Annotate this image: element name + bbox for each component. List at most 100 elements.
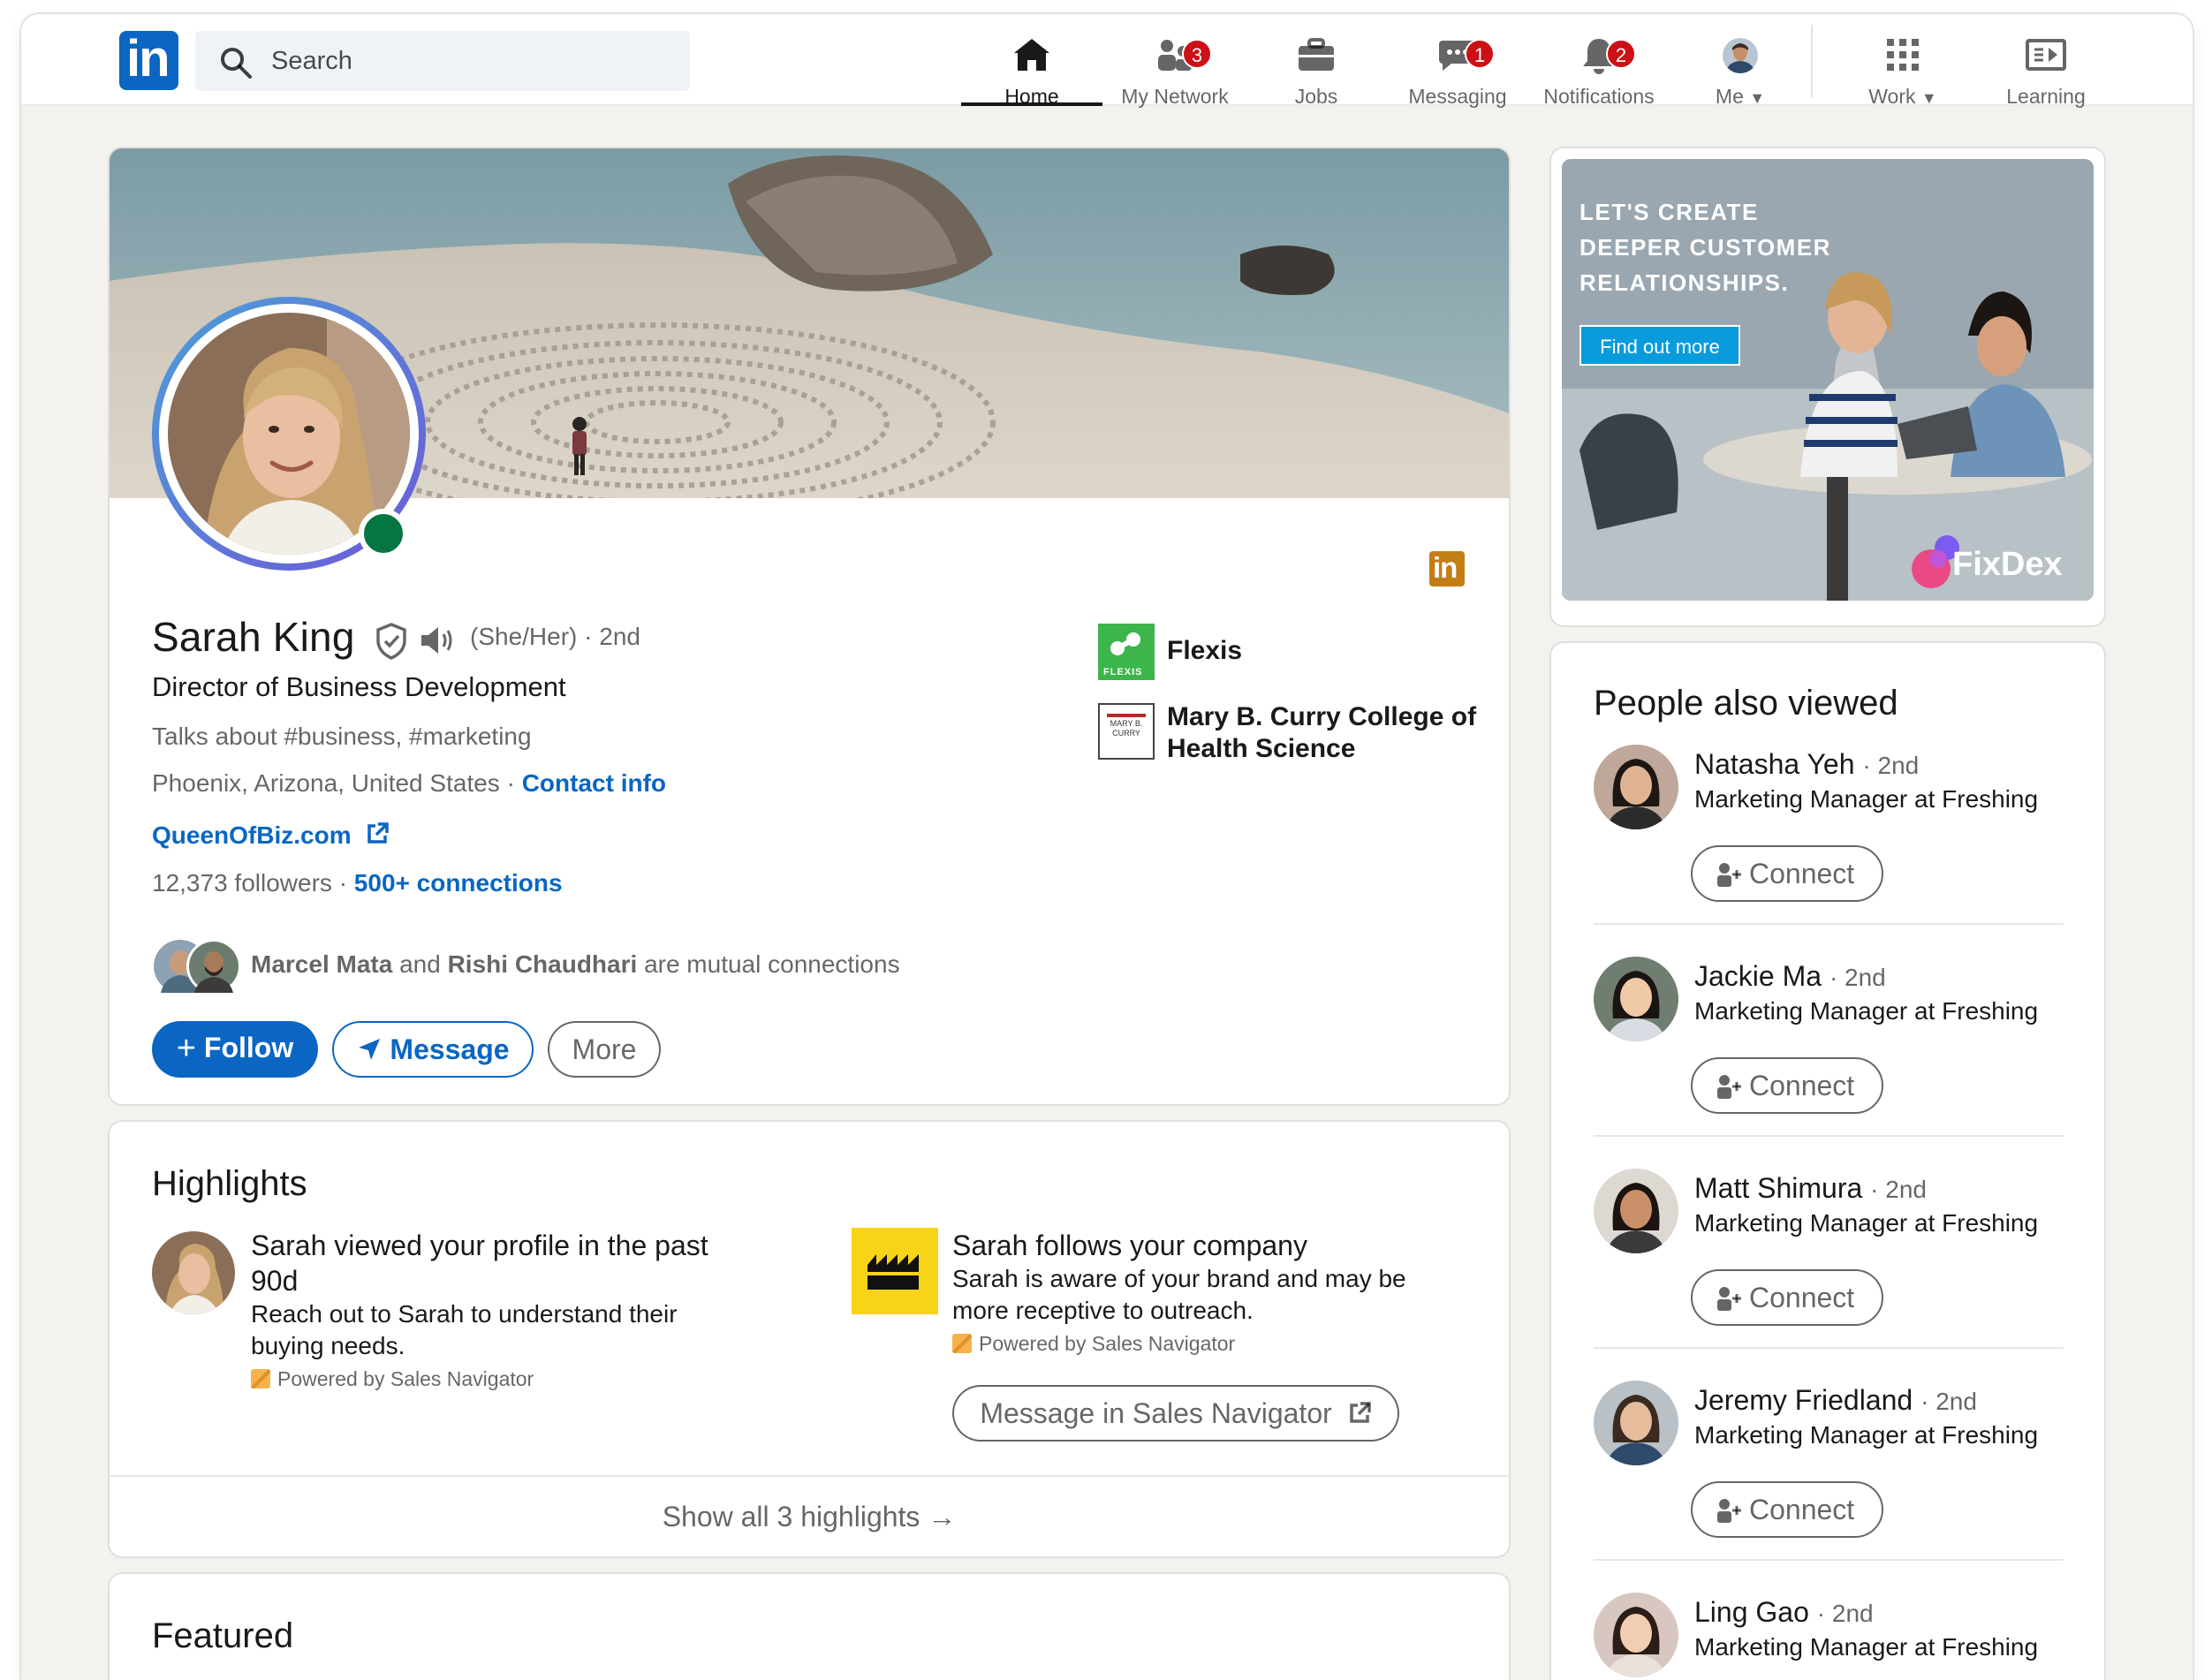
person-divider xyxy=(1594,1135,2064,1137)
pronouns: (She/Her) xyxy=(470,623,578,650)
arrow-right-icon: → xyxy=(928,1501,957,1532)
person-degree: · 2nd xyxy=(1862,752,1920,779)
add-person-icon xyxy=(1717,863,1741,887)
nav-learning[interactable]: Learning xyxy=(1975,25,2117,108)
grid-icon xyxy=(1887,39,1919,71)
person-avatar[interactable] xyxy=(1594,1381,1678,1465)
follow-button[interactable]: + Follow xyxy=(152,1021,318,1078)
connect-button[interactable]: Connect xyxy=(1691,1481,1883,1538)
notifications-badge: 2 xyxy=(1606,39,1636,69)
highlights-card: Highlights Sarah viewed your profile in … xyxy=(110,1122,1509,1556)
company-factory-logo xyxy=(852,1228,938,1314)
person-headline: Marketing Manager at Freshing xyxy=(1694,785,2039,813)
send-icon xyxy=(359,1039,381,1060)
add-person-icon xyxy=(1717,1499,1741,1523)
nav-me[interactable]: Me ▼ xyxy=(1687,25,1793,108)
online-status-dot xyxy=(359,509,408,558)
home-icon xyxy=(1014,39,1049,71)
nav-notifications[interactable]: 2 Notifications xyxy=(1528,25,1670,108)
college-logo: MARY B. CURRY xyxy=(1098,703,1155,760)
contact-info-link[interactable]: Contact info xyxy=(522,769,666,797)
connect-button[interactable]: Connect xyxy=(1691,1057,1883,1114)
connections-link[interactable]: 500+ connections xyxy=(354,869,563,897)
profile-location: Phoenix, Arizona, United States xyxy=(152,769,500,797)
person-degree: · 2nd xyxy=(1829,964,1886,991)
external-link-icon[interactable] xyxy=(365,821,390,846)
person-avatar[interactable] xyxy=(1594,1169,1678,1253)
more-button[interactable]: More xyxy=(548,1021,661,1078)
person-item: Matt Shimura · 2nd Marketing Manager at F… xyxy=(1594,1169,2064,1336)
website-link[interactable]: QueenOfBiz.com xyxy=(152,821,352,849)
linkedin-logo[interactable]: in xyxy=(119,30,178,90)
person-name: Ling Gao xyxy=(1694,1596,1809,1628)
person-item: Jeremy Friedland · 2nd Marketing Manager … xyxy=(1594,1381,2064,1548)
connect-button[interactable]: Connect xyxy=(1691,845,1883,902)
highlight-avatar xyxy=(152,1231,235,1314)
person-avatar[interactable] xyxy=(1594,1593,1678,1677)
search-box[interactable] xyxy=(195,31,690,91)
person-name: Jackie Ma xyxy=(1694,960,1822,992)
profile-headline: Director of Business Development xyxy=(152,671,566,702)
search-icon xyxy=(221,48,252,79)
person-item: Jackie Ma · 2nd Marketing Manager at Fres… xyxy=(1594,957,2064,1124)
nav-home[interactable]: Home xyxy=(961,25,1102,108)
sales-navigator-icon xyxy=(952,1334,972,1353)
person-degree: · 2nd xyxy=(1816,1600,1874,1627)
message-button[interactable]: Message xyxy=(332,1021,534,1078)
person-headline: Marketing Manager at Freshing xyxy=(1694,1633,2039,1661)
browser-frame: in Home 3 My Network Jobs 1 Messaging 2 … xyxy=(21,14,2193,1680)
show-all-highlights-link[interactable]: Show all 3 highlights → xyxy=(110,1477,1509,1556)
person-name: Matt Shimura xyxy=(1694,1172,1863,1204)
nav-messaging[interactable]: 1 Messaging xyxy=(1387,25,1528,108)
person-item: Ling Gao · 2nd Marketing Manager at Fresh… xyxy=(1594,1593,2064,1680)
find-out-more-button[interactable]: Find out more xyxy=(1579,325,1740,366)
person-headline: Marketing Manager at Freshing xyxy=(1694,1421,2039,1449)
person-item: Natasha Yeh · 2nd Marketing Manager at Fr… xyxy=(1594,745,2064,912)
profile-name: Sarah King xyxy=(152,614,355,660)
network-badge: 3 xyxy=(1182,39,1212,69)
connect-button[interactable]: Connect xyxy=(1691,1269,1883,1326)
learning-icon xyxy=(2026,39,2066,71)
person-avatar[interactable] xyxy=(1594,745,1678,829)
person-degree: · 2nd xyxy=(1870,1176,1927,1203)
plus-icon: + xyxy=(176,1030,196,1067)
nav-divider xyxy=(1811,25,1813,97)
person-avatar[interactable] xyxy=(1594,957,1678,1041)
mutual-connections-text[interactable]: Marcel Mata and Rishi Chaudhari are mutu… xyxy=(251,950,900,979)
nav-my-network[interactable]: 3 My Network xyxy=(1104,25,1246,108)
messaging-badge: 1 xyxy=(1465,39,1495,69)
nav-jobs[interactable]: Jobs xyxy=(1246,25,1387,108)
pronunciation-speaker-icon[interactable] xyxy=(419,624,458,657)
person-name: Natasha Yeh xyxy=(1694,748,1855,780)
add-person-icon xyxy=(1717,1075,1741,1099)
message-in-sales-navigator-button[interactable]: Message in Sales Navigator xyxy=(952,1385,1399,1442)
fixdex-ad-image[interactable]: LET'S CREATE DEEPER CUSTOMER RELATIONSHI… xyxy=(1562,159,2094,601)
add-person-icon xyxy=(1717,1287,1741,1311)
search-input[interactable] xyxy=(271,31,669,91)
followers-count: 12,373 followers xyxy=(152,869,332,897)
flexis-logo: FLEXIS xyxy=(1098,624,1155,680)
highlight-viewed-profile: Sarah viewed your profile in the past 90… xyxy=(152,1228,770,1422)
person-headline: Marketing Manager at Freshing xyxy=(1694,1209,2039,1237)
profile-card: in Sarah King (She/Her) · 2nd Director o… xyxy=(110,148,1509,1104)
linkedin-premium-badge: in xyxy=(1429,551,1465,586)
verified-shield-icon[interactable] xyxy=(375,622,408,661)
person-name: Jeremy Friedland xyxy=(1694,1384,1913,1416)
featured-title: Featured xyxy=(152,1616,294,1655)
highlight-follows-company: Sarah follows your company Sarah is awar… xyxy=(852,1228,1470,1449)
people-also-viewed-card: People also viewed Natasha Yeh · 2nd Mark… xyxy=(1551,643,2104,1680)
person-divider xyxy=(1594,1559,2064,1561)
nav-work[interactable]: Work ▼ xyxy=(1832,25,1973,108)
chevron-down-icon: ▼ xyxy=(1920,89,1937,107)
top-navigation: in Home 3 My Network Jobs 1 Messaging 2 … xyxy=(21,14,2193,108)
company-flexis[interactable]: FLEXIS Flexis xyxy=(1098,624,1487,682)
mutual-avatars[interactable] xyxy=(152,938,249,995)
people-also-viewed-title: People also viewed xyxy=(1594,684,1898,723)
sales-navigator-icon xyxy=(251,1369,270,1389)
external-link-icon xyxy=(1349,1402,1371,1423)
talks-about: Talks about #business, #marketing xyxy=(152,723,532,750)
highlights-title: Highlights xyxy=(152,1164,307,1203)
chevron-down-icon: ▼ xyxy=(1749,89,1766,107)
company-mary-b-curry-college[interactable]: MARY B. CURRY Mary B. Curry College of H… xyxy=(1098,700,1487,765)
featured-card: Featured xyxy=(110,1574,1509,1680)
